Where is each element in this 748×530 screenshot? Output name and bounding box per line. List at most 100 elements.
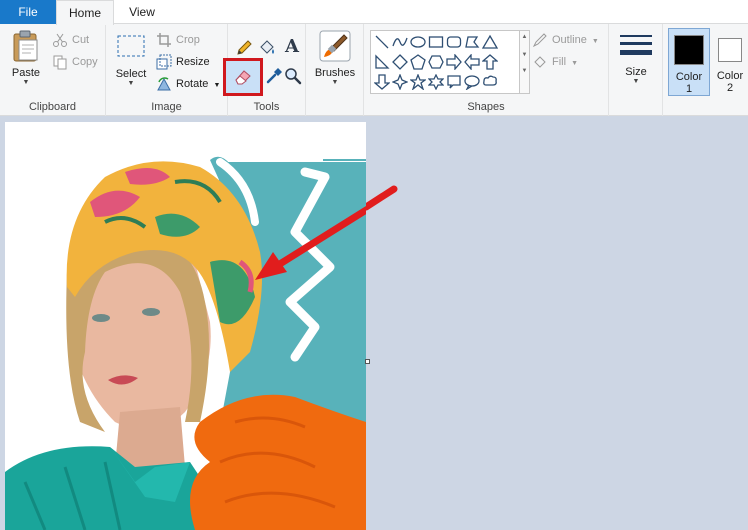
hexagon-shape-icon[interactable] <box>428 54 444 70</box>
pentagon-shape-icon[interactable] <box>410 54 426 70</box>
four-point-star-shape-icon[interactable] <box>392 74 408 90</box>
tab-file[interactable]: File <box>0 0 56 24</box>
gallery-expand-icon[interactable]: ▼ <box>520 68 529 74</box>
ribbon-tab-bar: File Home View <box>0 0 748 25</box>
select-button[interactable]: Select ▼ <box>112 29 150 93</box>
canvas-workspace <box>0 117 748 530</box>
outline-dropdown-caret[interactable]: ▼ <box>592 38 599 45</box>
five-point-star-shape-icon[interactable] <box>410 74 426 90</box>
rounded-rectangle-shape-icon[interactable] <box>446 34 462 50</box>
shapes-group-label: Shapes <box>467 101 505 113</box>
clipboard-group-label: Clipboard <box>28 101 77 113</box>
annotation-arrow-tail <box>366 185 398 211</box>
clipboard-group: Paste ▼ Cut Copy Clipboard <box>0 24 106 116</box>
image-group: Select ▼ Crop Resize Rotate ▼ Image <box>106 24 228 116</box>
select-label: Select <box>115 68 147 80</box>
curve-shape-icon[interactable] <box>392 34 408 50</box>
shapes-group: ▲ ▼ ▼ Outline ▼ Fill ▼ Shapes <box>364 24 609 116</box>
right-triangle-shape-icon[interactable] <box>374 54 390 70</box>
crop-button[interactable]: Crop <box>156 30 200 50</box>
color2-button[interactable]: Color 2 <box>712 28 748 96</box>
color1-label: Color <box>675 71 703 83</box>
fill-bucket-icon[interactable] <box>257 38 277 58</box>
resize-icon <box>156 54 172 70</box>
color-picker-icon[interactable] <box>264 66 284 86</box>
size-group: Size ▼ <box>609 24 663 116</box>
fill-button[interactable]: Fill ▼ <box>532 52 578 72</box>
copy-label: Copy <box>72 56 98 69</box>
brushes-label: Brushes <box>314 67 356 79</box>
shapes-gallery <box>370 30 520 94</box>
size-button[interactable]: Size ▼ <box>615 29 657 93</box>
color2-label: Color <box>716 70 744 82</box>
brushes-button[interactable]: Brushes ▼ <box>310 29 360 93</box>
copy-button[interactable]: Copy <box>52 52 98 72</box>
paste-dropdown-caret[interactable]: ▼ <box>6 79 46 87</box>
up-arrow-shape-icon[interactable] <box>482 54 498 70</box>
outline-brush-icon <box>532 33 547 48</box>
image-group-label: Image <box>151 101 182 113</box>
paste-label: Paste <box>11 67 41 79</box>
oval-shape-icon[interactable] <box>410 34 426 50</box>
fill-icon <box>534 56 546 68</box>
size-dropdown-caret[interactable]: ▼ <box>615 78 657 86</box>
canvas-resize-handle-right[interactable] <box>365 359 370 364</box>
resize-label: Resize <box>176 56 210 69</box>
scissors-icon <box>53 33 67 48</box>
eraser-tool-highlight[interactable] <box>223 58 263 96</box>
color1-number: 1 <box>685 83 693 95</box>
cut-button[interactable]: Cut <box>52 30 89 50</box>
rounded-callout-shape-icon[interactable] <box>446 74 462 90</box>
brushes-dropdown-caret[interactable]: ▼ <box>310 79 360 87</box>
copy-icon <box>53 55 67 70</box>
line-shape-icon[interactable] <box>374 34 390 50</box>
rotate-dropdown-caret[interactable]: ▼ <box>213 82 220 89</box>
fill-label: Fill <box>552 56 567 69</box>
rotate-label: Rotate <box>176 78 209 91</box>
tools-group: A Tools <box>223 24 306 116</box>
text-tool-icon[interactable]: A <box>281 36 303 58</box>
paste-button[interactable]: Paste ▼ <box>6 29 46 93</box>
drawing-canvas[interactable] <box>5 122 366 530</box>
crop-label: Crop <box>176 34 200 47</box>
paste-icon <box>13 30 38 62</box>
fill-dropdown-caret[interactable]: ▼ <box>571 60 578 67</box>
brushes-group: Brushes ▼ <box>306 24 364 116</box>
outline-label: Outline <box>552 34 587 47</box>
color1-button[interactable]: Color 1 <box>668 28 710 96</box>
rectangle-shape-icon[interactable] <box>428 34 444 50</box>
cloud-callout-shape-icon[interactable] <box>482 74 498 90</box>
tab-home[interactable]: Home <box>56 0 114 25</box>
left-arrow-shape-icon[interactable] <box>464 54 480 70</box>
tools-group-label: Tools <box>253 101 280 113</box>
select-dropdown-caret[interactable]: ▼ <box>112 80 150 88</box>
rotate-button[interactable]: Rotate ▼ <box>156 74 220 94</box>
ribbon: Paste ▼ Cut Copy Clipboard Select ▼ Crop… <box>0 24 748 116</box>
eraser-icon <box>235 70 251 85</box>
diamond-shape-icon[interactable] <box>392 54 408 70</box>
oval-callout-shape-icon[interactable] <box>464 74 480 90</box>
resize-button[interactable]: Resize <box>156 52 210 72</box>
shapes-gallery-scroll[interactable]: ▲ ▼ ▼ <box>520 30 530 94</box>
brush-icon <box>319 30 351 62</box>
magnifier-icon[interactable] <box>283 66 303 86</box>
tab-view[interactable]: View <box>114 0 170 24</box>
cut-label: Cut <box>72 34 90 47</box>
pencil-icon[interactable] <box>234 38 254 58</box>
right-arrow-shape-icon[interactable] <box>446 54 462 70</box>
crop-icon <box>157 33 171 48</box>
rotate-icon <box>157 77 171 91</box>
down-arrow-shape-icon[interactable] <box>374 74 390 90</box>
scroll-up-icon[interactable]: ▲ <box>520 34 529 40</box>
line-size-icon <box>620 35 652 55</box>
canvas-image <box>5 156 366 530</box>
polygon-shape-icon[interactable] <box>464 34 480 50</box>
color2-number: 2 <box>726 82 734 94</box>
color2-swatch <box>718 38 742 62</box>
triangle-shape-icon[interactable] <box>482 34 498 50</box>
color1-swatch <box>674 35 704 65</box>
select-icon <box>117 35 145 57</box>
six-point-star-shape-icon[interactable] <box>428 74 444 90</box>
scroll-down-icon[interactable]: ▼ <box>520 52 529 58</box>
outline-button[interactable]: Outline ▼ <box>532 30 599 50</box>
